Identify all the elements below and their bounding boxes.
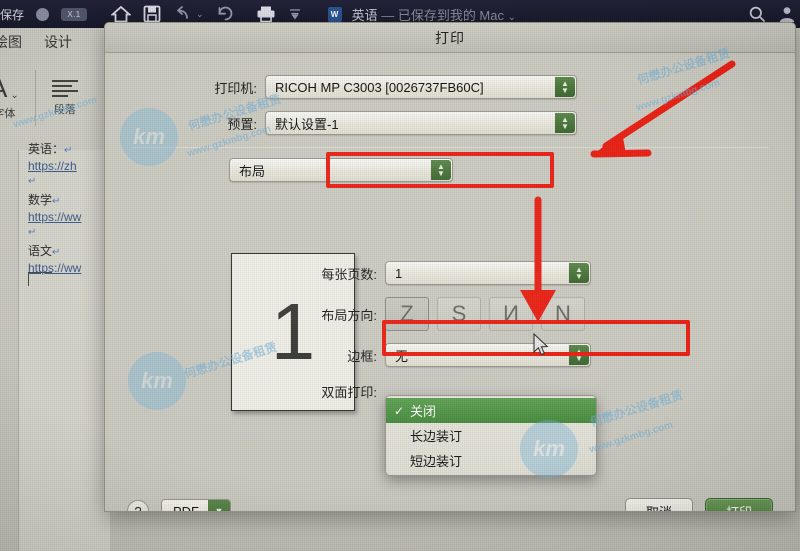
printer-label: 打印机: xyxy=(214,80,257,96)
printer-row: 打印机: RICOH MP C3003 [0026737FB60C] ▲ ▼ xyxy=(105,75,795,99)
ribbon-tab-design[interactable]: 设计 xyxy=(44,32,72,52)
menu-item-long-edge[interactable]: 长边装订 xyxy=(386,423,596,448)
layout-direction-option-n[interactable]: N xyxy=(541,297,585,331)
paragraph-icon xyxy=(51,79,78,97)
preset-label: 预置: xyxy=(227,116,257,132)
pages-per-sheet-label: 每张页数: xyxy=(321,266,377,282)
screenshot-root: 保存 X.1 ⌄ W 英语 — 已保存到我的 Mac ⌄ 绘图 设计 ⌄ 体 段… xyxy=(0,0,800,551)
layout-direction-option-reverse-n[interactable]: И xyxy=(489,297,533,331)
pdf-button-label: PDF xyxy=(173,503,199,512)
pane-select[interactable]: 布局 ▲ ▼ xyxy=(229,158,453,182)
document-save-status: — 已保存到我的 Mac xyxy=(381,7,504,23)
check-icon: ✓ xyxy=(394,403,405,418)
help-button[interactable]: ? xyxy=(127,500,149,511)
pane-row: 布局 ▲ ▼ xyxy=(105,158,795,182)
toolbar-version-badge: X.1 xyxy=(55,0,93,28)
border-row: 边框: 无 ▲ ▼ xyxy=(265,343,785,367)
dialog-title: 打印 xyxy=(435,29,465,46)
ribbon-group-font[interactable]: A ⌄ 字体 xyxy=(0,75,19,121)
font-icon: A xyxy=(0,75,7,101)
layout-direction-option-z[interactable]: Z xyxy=(385,297,429,331)
stepper-arrows-icon: ▲ ▼ xyxy=(569,263,589,283)
ribbon-group-paragraph-label: 段落 xyxy=(53,103,76,116)
border-select[interactable]: 无 ▲ ▼ xyxy=(385,343,591,367)
ribbon-group-paragraph[interactable]: 段落 xyxy=(51,79,78,117)
printer-select[interactable]: RICOH MP C3003 [0026737FB60C] ▲ ▼ xyxy=(265,75,577,99)
document-name: 英语 xyxy=(351,7,378,23)
menu-item-off[interactable]: ✓ 关闭 xyxy=(386,398,596,423)
stepper-arrows-icon: ▲ ▼ xyxy=(569,345,589,365)
printer-value: RICOH MP C3003 [0026737FB60C] xyxy=(275,79,484,95)
pages-per-sheet-row: 每张页数: 1 ▲ ▼ xyxy=(265,261,785,285)
pages-per-sheet-select[interactable]: 1 ▲ ▼ xyxy=(385,261,591,285)
border-value: 无 xyxy=(395,348,409,364)
menu-item-short-edge[interactable]: 短边装订 xyxy=(386,448,596,473)
dialog-titlebar: 打印 xyxy=(105,23,795,53)
layout-direction-options: Z S И N xyxy=(385,297,585,331)
two-sided-label: 双面打印: xyxy=(321,384,377,400)
layout-direction-option-s[interactable]: S xyxy=(437,297,481,331)
layout-direction-row: 布局方向: Z S И N xyxy=(265,297,785,331)
chevron-down-icon: ▼ xyxy=(208,500,230,511)
toolbar-status-dot xyxy=(30,0,55,28)
cancel-button[interactable]: 取消 xyxy=(625,498,693,511)
stepper-arrows-icon: ▲ ▼ xyxy=(555,77,575,97)
preset-select[interactable]: 默认设置-1 ▲ ▼ xyxy=(265,111,577,135)
two-sided-menu[interactable]: ✓ 关闭 长边装订 短边装订 xyxy=(385,395,597,476)
layout-settings: 每张页数: 1 ▲ ▼ 布局方向: Z S И N 边框: 无 ▲ ▼ 双面打印… xyxy=(265,261,785,415)
dialog-footer: ? PDF ▼ 取消 打印 xyxy=(105,498,795,512)
stepper-arrows-icon: ▲ ▼ xyxy=(555,113,575,133)
preset-row: 预置: 默认设置-1 ▲ ▼ xyxy=(105,111,795,135)
toolbar-save-label[interactable]: 保存 xyxy=(0,0,30,28)
dialog-body: 打印机: RICOH MP C3003 [0026737FB60C] ▲ ▼ 预置… xyxy=(105,75,795,512)
pane-value: 布局 xyxy=(239,163,266,179)
preset-value: 默认设置-1 xyxy=(275,116,339,132)
border-label: 边框: xyxy=(347,348,377,364)
print-dialog: 打印 打印机: RICOH MP C3003 [0026737FB60C] ▲ ▼… xyxy=(104,22,796,512)
print-button[interactable]: 打印 xyxy=(705,498,773,511)
ribbon-tab-draw[interactable]: 绘图 xyxy=(0,32,22,52)
pages-per-sheet-value: 1 xyxy=(395,265,403,281)
dialog-divider xyxy=(131,147,769,148)
ribbon-group-font-label: 字体 xyxy=(0,108,16,120)
ribbon-separator xyxy=(34,70,36,126)
layout-direction-label: 布局方向: xyxy=(321,307,377,323)
stepper-arrows-icon: ▲ ▼ xyxy=(431,160,451,180)
pdf-button[interactable]: PDF ▼ xyxy=(161,499,231,512)
